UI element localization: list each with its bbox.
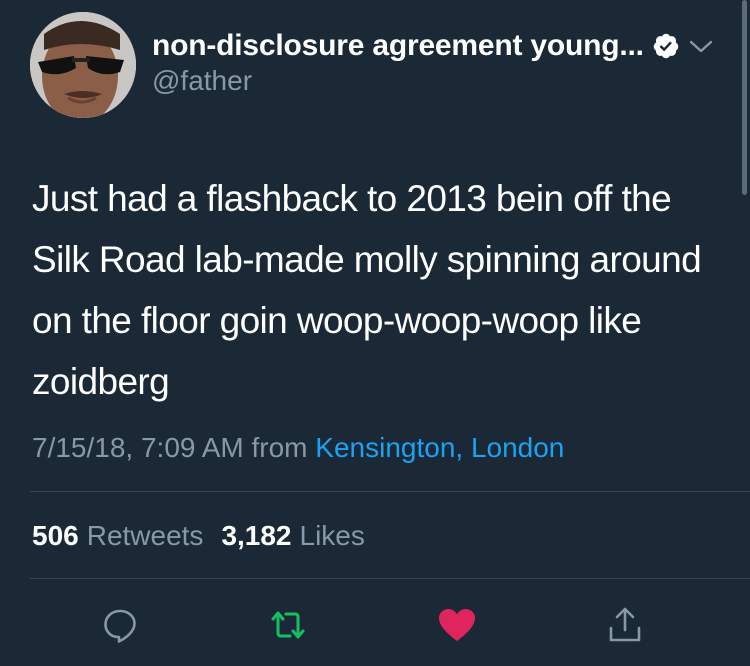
tweet-header: non-disclosure agreement young... @fathe… <box>152 28 730 98</box>
from-label: from <box>251 432 308 463</box>
name-row: non-disclosure agreement young... <box>152 28 730 64</box>
retweet-button[interactable] <box>263 600 313 650</box>
likes-stat[interactable]: 3,182 Likes <box>221 520 364 551</box>
likes-count: 3,182 <box>221 520 292 551</box>
scrollbar[interactable] <box>742 0 747 195</box>
retweets-count: 506 <box>32 520 79 551</box>
tweet-stats: 506 Retweets 3,182 Likes <box>32 516 365 556</box>
tweet-timestamp: 7/15/18, 7:09 AM <box>32 432 244 463</box>
tweet-meta: 7/15/18, 7:09 AM from Kensington, London <box>32 428 564 468</box>
retweets-label: Retweets <box>86 520 204 551</box>
reply-icon <box>104 609 136 643</box>
tweet-detail: non-disclosure agreement young... @fathe… <box>0 0 750 666</box>
action-bar <box>0 600 750 650</box>
reply-button[interactable] <box>95 600 145 650</box>
share-button[interactable] <box>600 600 650 650</box>
heart-icon <box>439 609 475 641</box>
user-handle[interactable]: @father <box>152 64 730 98</box>
avatar[interactable] <box>30 12 136 118</box>
divider <box>30 491 750 492</box>
share-icon <box>609 607 641 642</box>
tweet-text: Just had a flashback to 2013 bein off th… <box>32 178 702 402</box>
like-button[interactable] <box>432 600 482 650</box>
retweets-stat[interactable]: 506 Retweets <box>32 520 203 551</box>
likes-label: Likes <box>299 520 365 551</box>
location-link[interactable]: Kensington, London <box>315 432 564 463</box>
chevron-down-icon[interactable] <box>688 36 714 56</box>
retweet-icon <box>271 611 305 639</box>
display-name[interactable]: non-disclosure agreement young... <box>152 28 644 64</box>
verified-badge-icon <box>652 32 680 60</box>
divider <box>30 578 750 579</box>
